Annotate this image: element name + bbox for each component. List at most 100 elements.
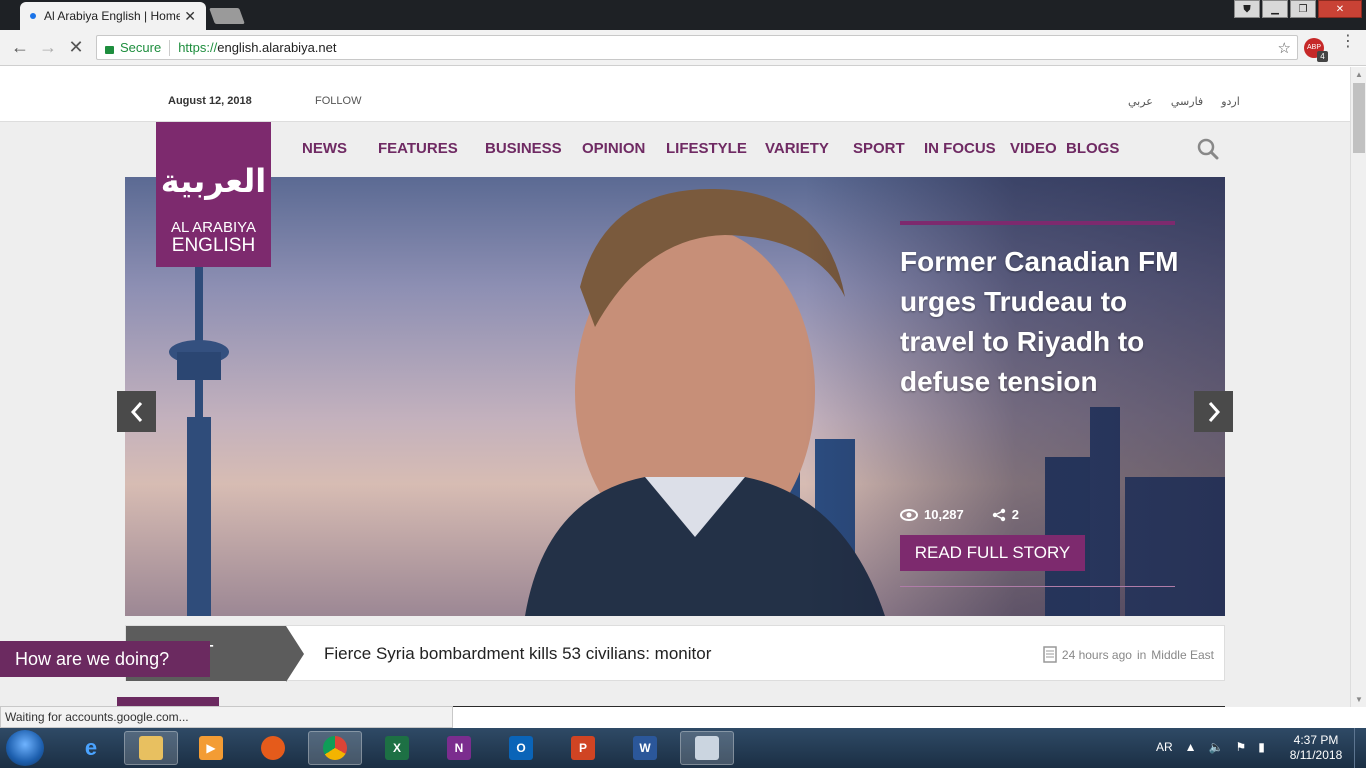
windows-taskbar: e ▶ X N O P W AR ▲ 🔈 ⚑ ▮ 4:37 PM 8/11/20…	[0, 728, 1366, 768]
loading-spinner-icon	[30, 13, 36, 19]
site-logo[interactable]: العربية AL ARABIYA ENGLISH	[156, 122, 271, 267]
main-navigation: NEWS FEATURES BUSINESS OPINION LIFESTYLE…	[302, 140, 1126, 157]
nav-blogs[interactable]: BLOGS	[1066, 140, 1126, 157]
scrollbar-thumb[interactable]	[1353, 83, 1365, 153]
outlook-icon[interactable]: O	[494, 731, 548, 765]
back-icon[interactable]: ←	[6, 37, 34, 58]
system-clock[interactable]: 4:37 PM 8/11/2018	[1286, 733, 1346, 763]
share-count: 2	[1011, 507, 1019, 522]
input-language[interactable]: AR	[1156, 740, 1173, 754]
scroll-down-icon[interactable]: ▼	[1355, 695, 1363, 704]
chrome-icon[interactable]	[308, 731, 362, 765]
page-scrollbar[interactable]: ▲ ▼	[1350, 67, 1366, 707]
adblock-extension-icon[interactable]: ABP 4	[1304, 38, 1328, 62]
internet-explorer-icon[interactable]: e	[64, 731, 118, 765]
scroll-up-icon[interactable]: ▲	[1355, 70, 1363, 79]
ticker-time: 24 hours ago	[1061, 647, 1132, 662]
headline-accent	[900, 221, 1175, 225]
current-date: August 12, 2018	[168, 95, 252, 107]
ticker-label-arrow	[286, 626, 304, 682]
language-link-farsi[interactable]: فارسي	[1171, 95, 1203, 108]
nav-opinion[interactable]: OPINION	[582, 140, 666, 157]
language-links: عربي فارسي اردو	[1128, 95, 1240, 108]
browser-status-bar: Waiting for accounts.google.com...	[0, 706, 453, 728]
nav-sport[interactable]: SPORT	[853, 140, 924, 157]
excel-icon[interactable]: X	[370, 731, 424, 765]
ticker-headline[interactable]: Fierce Syria bombardment kills 53 civili…	[324, 644, 711, 664]
user-icon[interactable]: ⛊	[1234, 0, 1260, 18]
feedback-button[interactable]: How are we doing?	[0, 641, 210, 677]
secure-label: Secure	[120, 40, 162, 55]
nav-features[interactable]: FEATURES	[378, 140, 485, 157]
language-link-arabic[interactable]: عربي	[1128, 95, 1153, 108]
minimize-button[interactable]: ▁	[1262, 0, 1288, 18]
ticker-section[interactable]: Middle East	[1151, 648, 1214, 662]
logo-arabic-text: العربية	[160, 162, 267, 200]
latest-ticker: ST Fierce Syria bombardment kills 53 civ…	[125, 625, 1225, 682]
nav-business[interactable]: BUSINESS	[485, 140, 582, 157]
url-separator	[169, 39, 171, 56]
lock-icon	[105, 45, 114, 54]
show-desktop-button[interactable]	[1354, 728, 1366, 768]
tab-close-icon[interactable]: ✕	[184, 8, 196, 25]
maximize-button[interactable]: ❐	[1290, 0, 1316, 18]
window-controls: ⛊ ▁ ❐ ✕	[1234, 0, 1362, 18]
nav-news[interactable]: NEWS	[302, 140, 378, 157]
chevron-left-icon	[130, 401, 142, 422]
network-icon[interactable]: ▮	[1258, 740, 1265, 754]
clock-date: 8/11/2018	[1289, 748, 1343, 762]
url-scheme: https://	[178, 40, 218, 55]
extension-label: ABP	[1306, 44, 1321, 51]
ticker-meta: 24 hours ago in Middle East	[1043, 646, 1214, 663]
read-full-story-button[interactable]: READ FULL STORY	[900, 535, 1085, 571]
address-bar[interactable]: Secure https:// english.alarabiya.net ☆	[96, 35, 1298, 60]
browser-titlebar: Al Arabiya English | Home ✕ ⛊ ▁ ❐ ✕	[0, 0, 1366, 30]
chevron-right-icon	[1208, 401, 1220, 422]
new-tab-button[interactable]	[209, 8, 245, 24]
media-player-icon[interactable]: ▶	[184, 731, 238, 765]
follow-link[interactable]: FOLLOW	[315, 95, 361, 107]
ticker-section-prefix: in	[1136, 647, 1147, 662]
browser-tab[interactable]: Al Arabiya English | Home ✕	[20, 2, 206, 30]
extension-badge: 4	[1317, 51, 1328, 62]
system-tray: AR ▲ 🔈 ⚑ ▮	[1156, 740, 1265, 754]
nav-in-focus[interactable]: IN FOCUS	[924, 140, 1010, 157]
logo-line2: ENGLISH	[171, 235, 256, 256]
powerpoint-icon[interactable]: P	[556, 731, 610, 765]
hero-slider[interactable]: Former Canadian FM urges Trudeau to trav…	[125, 177, 1225, 616]
firefox-icon[interactable]	[246, 731, 300, 765]
logo-line1: AL ARABIYA	[170, 219, 257, 236]
hero-headline[interactable]: Former Canadian FM urges Trudeau to trav…	[900, 242, 1190, 402]
web-page: August 12, 2018 FOLLOW عربي فارسي اردو ا…	[0, 67, 1350, 707]
file-explorer-icon[interactable]	[124, 731, 178, 765]
nav-video[interactable]: VIDEO	[1010, 140, 1066, 157]
browser-menu-icon[interactable]: ⋮	[1340, 34, 1356, 50]
share-icon[interactable]	[992, 508, 1006, 522]
slider-prev-button[interactable]	[117, 391, 156, 432]
word-icon[interactable]: W	[618, 731, 672, 765]
tray-expand-icon[interactable]: ▲	[1185, 740, 1197, 754]
eye-icon	[900, 508, 918, 521]
language-link-urdu[interactable]: اردو	[1221, 95, 1240, 108]
slider-next-button[interactable]	[1194, 391, 1233, 432]
paint-icon[interactable]	[680, 731, 734, 765]
forward-icon[interactable]: →	[34, 37, 62, 58]
nav-variety[interactable]: VARIETY	[765, 140, 853, 157]
url-host: english.alarabiya.net	[217, 40, 337, 55]
browser-toolbar: ← → ✕ Secure https:// english.alarabiya.…	[0, 30, 1366, 66]
stop-loading-icon[interactable]: ✕	[62, 37, 90, 58]
start-button[interactable]	[6, 730, 44, 766]
hero-divider	[900, 586, 1175, 587]
top-strip: August 12, 2018 FOLLOW عربي فارسي اردو	[0, 67, 1350, 122]
onenote-icon[interactable]: N	[432, 731, 486, 765]
close-window-button[interactable]: ✕	[1318, 0, 1362, 18]
search-icon[interactable]	[1197, 138, 1219, 160]
tab-title: Al Arabiya English | Home	[44, 9, 181, 23]
view-count: 10,287	[924, 507, 964, 522]
bookmark-star-icon[interactable]: ☆	[1278, 39, 1291, 57]
nav-lifestyle[interactable]: LIFESTYLE	[666, 140, 765, 157]
video-section-strip	[452, 706, 1225, 707]
hero-stats: 10,287 2	[900, 507, 1019, 522]
action-center-icon[interactable]: ⚑	[1236, 740, 1247, 754]
volume-icon[interactable]: 🔈	[1209, 740, 1224, 754]
